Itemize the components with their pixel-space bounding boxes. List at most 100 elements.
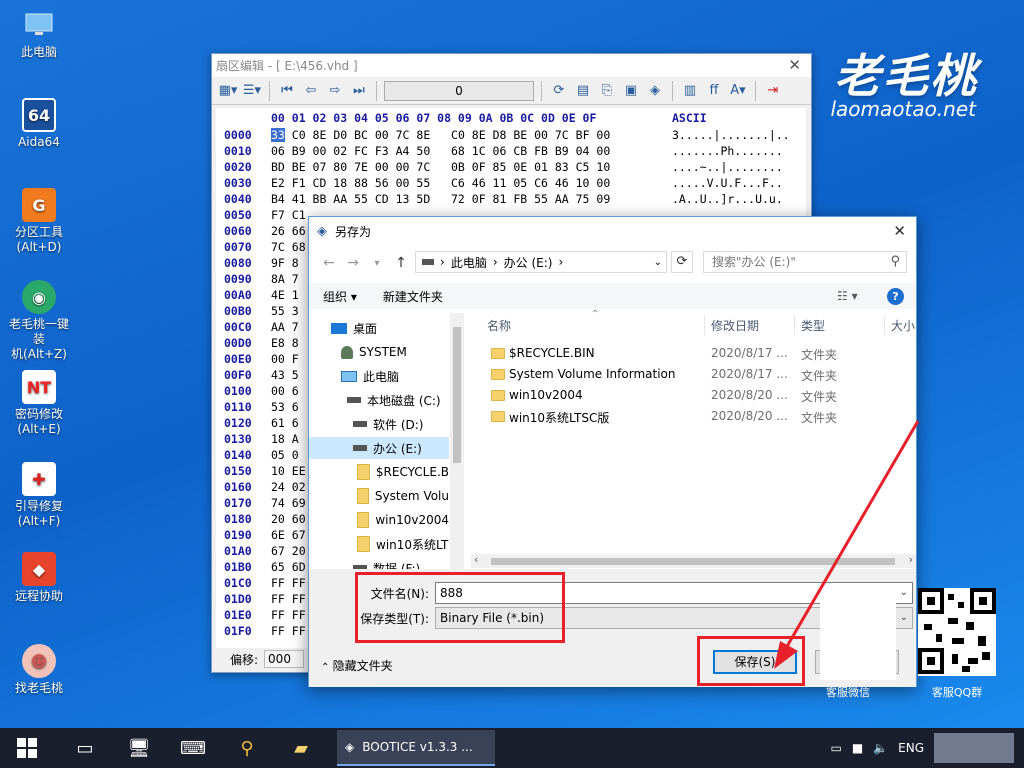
nav-scrollbar[interactable] bbox=[450, 313, 464, 569]
hex-row-bytes[interactable]: 67 20 bbox=[271, 544, 306, 558]
hex-row[interactable]: 0040 B4 41 BB AA 55 CD 13 5D 72 0F 81 FB … bbox=[216, 192, 806, 208]
hex-row-bytes[interactable]: FF FF bbox=[271, 608, 306, 622]
nav-item[interactable]: 此电脑 bbox=[309, 365, 449, 387]
column-date[interactable]: 修改日期 bbox=[711, 313, 759, 337]
hex-row-bytes[interactable]: 00 6 bbox=[271, 384, 299, 398]
organize-button[interactable]: 组织 ▾ bbox=[323, 288, 357, 305]
hex-row-bytes[interactable]: 24 02 bbox=[271, 480, 306, 494]
column-type[interactable]: 类型 bbox=[801, 313, 825, 337]
font-icon[interactable]: A▾ bbox=[728, 82, 748, 100]
last-sector-icon[interactable]: ⏭ bbox=[349, 82, 369, 100]
forward-arrow-icon[interactable]: → bbox=[341, 255, 365, 271]
file-row[interactable]: win10v2004 2020/8/20 ... 文件夹 bbox=[471, 385, 911, 406]
nav-item[interactable]: win10系统LT bbox=[309, 533, 449, 555]
desktop-icon-aida64[interactable]: 64 Aida64 bbox=[4, 98, 74, 150]
hex-row-bytes[interactable]: E8 8 bbox=[271, 336, 299, 350]
desktop-icon-partition[interactable]: G 分区工具 (Alt+D) bbox=[4, 188, 74, 255]
hex-row[interactable]: 0020 BD BE 07 80 7E 00 00 7C 0B 0F 85 0E … bbox=[216, 160, 806, 176]
paste-icon[interactable]: ▣ bbox=[621, 82, 641, 100]
hex-row-bytes[interactable]: 20 60 bbox=[271, 512, 306, 526]
refresh-icon[interactable]: ⟳ bbox=[671, 251, 693, 273]
chevron-down-icon[interactable]: ⌄ bbox=[654, 257, 662, 268]
desktop-icon-boot-repair[interactable]: ✚ 引导修复 (Alt+F) bbox=[4, 462, 74, 529]
close-icon[interactable]: ✕ bbox=[788, 56, 801, 74]
hex-row-bytes[interactable]: BD BE 07 80 7E 00 00 7C 0B 0F 85 0E 01 8… bbox=[271, 160, 610, 174]
nav-item[interactable]: win10v2004 bbox=[309, 509, 449, 531]
nav-item[interactable]: 数据 (F:) bbox=[309, 557, 449, 569]
hex-row[interactable]: 0000 33 C0 8E D0 BC 00 7C 8E C0 8E D8 BE … bbox=[216, 128, 806, 144]
sector-number-field[interactable]: 0 bbox=[384, 80, 534, 101]
view-options-icon[interactable]: ☷ ▾ bbox=[837, 289, 858, 303]
breadcrumb-item[interactable]: 办公 (E:) bbox=[504, 254, 553, 271]
hex-row-bytes[interactable]: 6E 67 bbox=[271, 528, 306, 542]
hex-row-bytes[interactable]: 55 3 bbox=[271, 304, 299, 318]
nav-item[interactable]: SYSTEM bbox=[309, 341, 449, 363]
close-icon[interactable]: ✕ bbox=[893, 222, 906, 240]
hex-row-bytes[interactable]: 00 F bbox=[271, 352, 299, 366]
network-icon[interactable]: ▭ bbox=[831, 741, 842, 755]
hex-row-bytes[interactable]: 10 EE bbox=[271, 464, 306, 478]
keyboard-icon[interactable]: ⌨ bbox=[166, 728, 220, 768]
desktop-icon-installer[interactable]: ◉ 老毛桃一键装 机(Alt+Z) bbox=[4, 280, 74, 362]
ascii-table-icon[interactable]: ff bbox=[704, 82, 724, 100]
nav-item[interactable]: 桌面 bbox=[309, 317, 449, 339]
hex-row[interactable]: 0010 06 B9 00 02 FC F3 A4 50 68 1C 06 CB … bbox=[216, 144, 806, 160]
hex-row-ascii[interactable]: .......Ph....... bbox=[672, 144, 783, 158]
exit-icon[interactable]: ⇥ bbox=[763, 82, 783, 100]
network-computer-icon[interactable]: 🖥 bbox=[112, 728, 166, 768]
new-folder-button[interactable]: 新建文件夹 bbox=[383, 288, 443, 305]
calculator-icon[interactable]: ▥ bbox=[680, 82, 700, 100]
scrollbar-thumb[interactable] bbox=[453, 327, 461, 463]
hex-row-bytes[interactable]: FF FF bbox=[271, 576, 306, 590]
hex-row-bytes[interactable]: B4 41 BB AA 55 CD 13 5D 72 0F 81 FB 55 A… bbox=[271, 192, 610, 206]
back-arrow-icon[interactable]: ← bbox=[317, 255, 341, 271]
hex-row-bytes[interactable]: 06 B9 00 02 FC F3 A4 50 68 1C 06 CB FB B… bbox=[271, 144, 610, 158]
hex-row-bytes[interactable]: 9F 8 bbox=[271, 256, 299, 270]
hex-row-bytes[interactable]: 61 6 bbox=[271, 416, 299, 430]
clear-icon[interactable]: ◈ bbox=[645, 82, 665, 100]
memory-chip-icon[interactable]: ▭ bbox=[58, 728, 112, 768]
hex-row-bytes[interactable]: AA 7 bbox=[271, 320, 299, 334]
save-icon[interactable]: ▤ bbox=[573, 82, 593, 100]
hex-row-bytes[interactable]: FF FF bbox=[271, 592, 306, 606]
hex-row-bytes[interactable]: F7 C1 bbox=[271, 208, 306, 222]
color-icon[interactable]: ■ bbox=[852, 741, 863, 755]
hex-row-ascii[interactable]: ....~..|........ bbox=[672, 160, 783, 174]
up-arrow-icon[interactable]: ↑ bbox=[389, 255, 413, 271]
refresh-icon[interactable]: ⟳ bbox=[549, 82, 569, 100]
first-sector-icon[interactable]: ⏮ bbox=[277, 82, 297, 100]
nav-item[interactable]: $RECYCLE.B bbox=[309, 461, 449, 483]
nav-item[interactable]: 本地磁盘 (C:) bbox=[309, 389, 449, 411]
hex-row-bytes[interactable]: 8A 7 bbox=[271, 272, 299, 286]
hex-row[interactable]: 0030 E2 F1 CD 18 88 56 00 55 C6 46 11 05 … bbox=[216, 176, 806, 192]
hex-row-bytes[interactable]: 53 6 bbox=[271, 400, 299, 414]
desktop-icon-password[interactable]: NT 密码修改 (Alt+E) bbox=[4, 370, 74, 437]
copy-icon[interactable]: ⎘ bbox=[597, 82, 617, 100]
hex-row-bytes[interactable]: FF FF bbox=[271, 624, 306, 638]
hex-row-ascii[interactable]: .A..U..]r...U.u. bbox=[672, 192, 783, 206]
selected-byte[interactable]: 33 bbox=[271, 128, 285, 142]
hex-row-ascii[interactable]: .....V.U.F...F.. bbox=[672, 176, 783, 190]
magnifier-icon[interactable]: ⚲ bbox=[220, 728, 274, 768]
breadcrumb-item[interactable]: 此电脑 bbox=[451, 254, 487, 271]
file-explorer-icon[interactable]: ▰ bbox=[274, 728, 328, 768]
taskbar-app-bootice[interactable]: ◈ BOOTICE v1.3.3 ... bbox=[337, 730, 495, 766]
hex-row-bytes[interactable]: 7C 68 bbox=[271, 240, 306, 254]
hex-row-bytes[interactable]: 33 C0 8E D0 BC 00 7C 8E C0 8E D8 BE 00 7… bbox=[271, 128, 610, 142]
hex-row-ascii[interactable]: 3.....|.......|.. bbox=[672, 128, 790, 142]
hex-row-bytes[interactable]: 05 0 bbox=[271, 448, 299, 462]
file-row[interactable]: System Volume Information 2020/8/17 ... 文件… bbox=[471, 364, 911, 385]
help-icon[interactable]: ? bbox=[887, 287, 904, 305]
prev-sector-icon[interactable]: ⇦ bbox=[301, 82, 321, 100]
hide-folders-toggle[interactable]: ⌃ 隐藏文件夹 bbox=[321, 657, 393, 674]
hex-row-bytes[interactable]: E2 F1 CD 18 88 56 00 55 C6 46 11 05 C6 4… bbox=[271, 176, 610, 190]
next-sector-icon[interactable]: ⇨ bbox=[325, 82, 345, 100]
nav-item[interactable]: System Volu bbox=[309, 485, 449, 507]
search-input[interactable]: 搜索"办公 (E:)" ⚲ bbox=[703, 251, 907, 273]
list-mode-icon[interactable]: ☰▾ bbox=[242, 82, 262, 100]
column-size[interactable]: 大小 bbox=[891, 313, 915, 337]
hex-row-bytes[interactable]: 43 5 bbox=[271, 368, 299, 382]
file-row[interactable]: $RECYCLE.BIN 2020/8/17 ... 文件夹 bbox=[471, 343, 911, 364]
scroll-left-icon[interactable]: ‹ bbox=[474, 553, 478, 566]
language-indicator[interactable]: ENG bbox=[898, 741, 924, 755]
